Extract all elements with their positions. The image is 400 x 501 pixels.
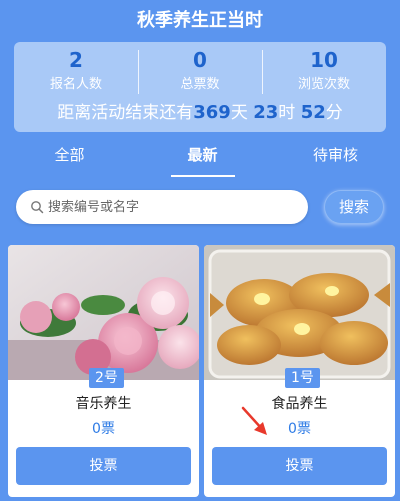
- countdown-days: 369: [193, 102, 231, 123]
- annotation-arrow-icon: [241, 406, 267, 435]
- stat-signups-value: 2: [69, 48, 83, 72]
- countdown-hour-unit: 时: [278, 103, 296, 123]
- stat-views: 10 浏览次数: [262, 46, 386, 94]
- search-input[interactable]: [48, 190, 298, 224]
- countdown-minutes: 52: [300, 102, 326, 123]
- filter-tabs: 全部 最新 待审核: [0, 138, 400, 178]
- stat-signups-label: 报名人数: [49, 77, 102, 92]
- search-button[interactable]: 搜索: [324, 190, 384, 224]
- entry-photo-fish-pastries: [204, 245, 395, 380]
- tab-latest[interactable]: 最新: [136, 138, 269, 172]
- active-tab-indicator: [171, 175, 235, 177]
- stat-total-votes: 0 总票数: [138, 46, 262, 94]
- search-box[interactable]: [16, 190, 308, 224]
- tab-pending-review[interactable]: 待审核: [269, 138, 400, 172]
- entry-vote-count: 0票: [288, 421, 311, 437]
- page-header: 秋季养生正当时 2 报名人数 0 总票数 10 浏览次数 距离活动结束还有369…: [0, 0, 400, 180]
- page-title: 秋季养生正当时: [137, 10, 263, 31]
- entry-name: 音乐养生: [75, 396, 132, 412]
- entry-vote-count: 0票: [92, 421, 115, 437]
- tab-all[interactable]: 全部: [3, 138, 136, 172]
- entry-photo-peonies: [8, 245, 199, 380]
- countdown-prefix: 距离活动结束还有: [57, 103, 194, 123]
- entry-card[interactable]: 2号 音乐养生 0票 投票: [8, 245, 199, 497]
- search-bar: 搜索: [0, 182, 400, 242]
- stat-total-votes-value: 0: [193, 48, 207, 72]
- entry-number-badge: 2号: [89, 368, 124, 388]
- stats-panel: 2 报名人数 0 总票数 10 浏览次数 距离活动结束还有369天 23时 52…: [14, 42, 386, 132]
- countdown-minute-unit: 分: [325, 103, 343, 123]
- countdown-timer: 距离活动结束还有369天 23时 52分: [14, 100, 386, 126]
- entry-card[interactable]: 1号 食品养生 0票 投票: [204, 245, 395, 497]
- stat-total-votes-label: 总票数: [180, 77, 220, 92]
- entry-number-badge: 1号: [285, 368, 320, 388]
- vote-button[interactable]: 投票: [16, 447, 191, 485]
- entry-name: 食品养生: [271, 396, 328, 412]
- vote-button[interactable]: 投票: [212, 447, 387, 485]
- countdown-hours: 23: [253, 102, 279, 123]
- search-icon: [31, 201, 44, 214]
- stat-signups: 2 报名人数: [14, 46, 138, 94]
- stat-views-value: 10: [310, 48, 338, 72]
- stat-views-label: 浏览次数: [297, 77, 350, 92]
- countdown-day-unit: 天: [230, 103, 248, 123]
